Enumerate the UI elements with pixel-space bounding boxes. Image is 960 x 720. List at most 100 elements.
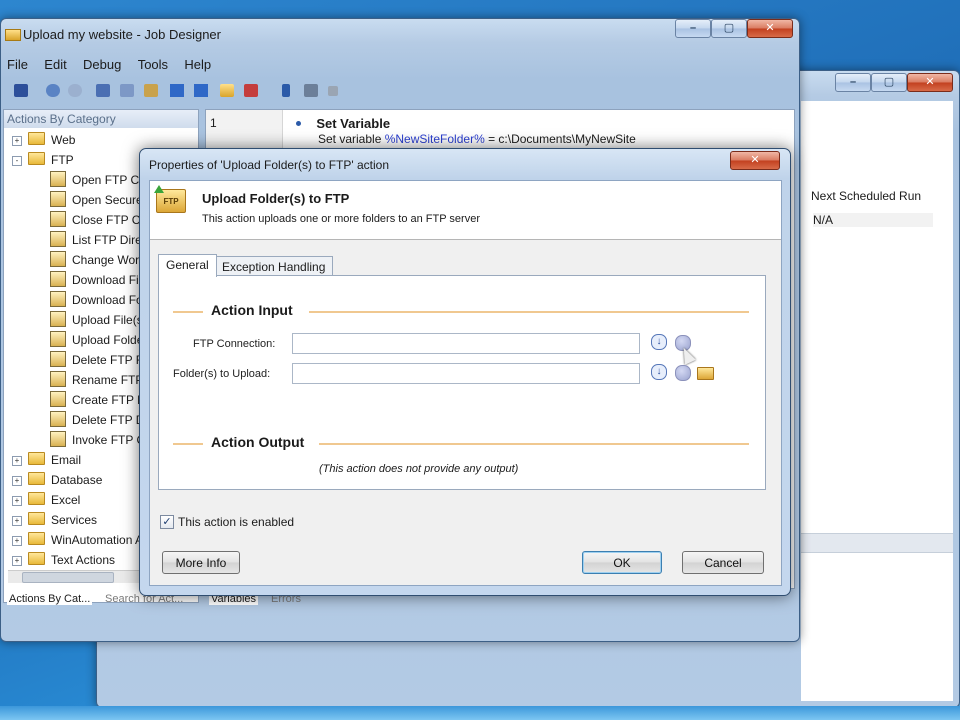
tree-folder[interactable]: + Web (12, 130, 75, 150)
menu-edit[interactable]: Edit (44, 57, 66, 72)
tab-exception-handling[interactable]: Exception Handling (214, 256, 334, 277)
tree-action-item[interactable]: Open FTP Co (50, 170, 146, 190)
tree-action-item[interactable]: Download Fil (50, 270, 141, 290)
step-variable: %NewSiteFolder% (384, 132, 485, 146)
ftp-action-icon (50, 211, 66, 227)
bg-column-header[interactable]: Next Scheduled Run (811, 189, 921, 203)
dialog-close-button[interactable]: ✕ (730, 151, 780, 170)
folders-picker-icon[interactable] (675, 365, 691, 381)
save-icon[interactable] (14, 84, 28, 97)
stop-icon[interactable] (328, 86, 338, 96)
move-down-icon[interactable] (194, 84, 208, 97)
action-step[interactable]: Set Variable (296, 116, 390, 131)
expand-icon[interactable]: + (12, 456, 22, 466)
folders-variable-icon[interactable]: ↓ (651, 364, 667, 380)
tree-scroll-thumb[interactable] (22, 572, 114, 583)
mouse-cursor-icon (678, 345, 696, 365)
maximize-button[interactable]: ▢ (711, 19, 747, 38)
tree-item-label: Download Fo (72, 293, 143, 307)
tree-action-item[interactable]: Invoke FTP C (50, 430, 145, 450)
window-icon[interactable] (244, 84, 258, 97)
run-icon[interactable] (282, 84, 290, 97)
step-bullet-icon (296, 121, 301, 126)
tree-folder[interactable]: + Excel (12, 490, 80, 510)
bg-minimize-button[interactable]: – (835, 73, 871, 92)
step-title: Set Variable (316, 116, 391, 131)
tree-item-label: Close FTP Co (72, 213, 148, 227)
tree-item-label: Create FTP D (72, 393, 146, 407)
tree-action-item[interactable]: Open Secure (50, 190, 143, 210)
folder-icon[interactable] (220, 84, 234, 97)
taskbar-edge (0, 706, 960, 720)
tree-item-label: Services (51, 513, 98, 527)
undo-icon[interactable] (46, 84, 60, 97)
expand-icon[interactable]: + (12, 136, 22, 146)
expand-icon[interactable]: + (12, 536, 22, 546)
tab-general[interactable]: General (158, 254, 217, 277)
tree-folder[interactable]: + Text Actions (12, 550, 115, 570)
tree-action-item[interactable]: Upload Folde (50, 330, 143, 350)
dialog-body: FTP Upload Folder(s) to FTP This action … (149, 180, 782, 586)
enabled-checkbox[interactable]: ✓ (160, 515, 174, 529)
close-button[interactable]: ✕ (747, 19, 793, 38)
bg-close-button[interactable]: ✕ (907, 73, 953, 92)
folder-icon (28, 552, 45, 565)
tree-item-label: FTP (51, 153, 74, 167)
tree-action-item[interactable]: Delete FTP F (50, 350, 143, 370)
tree-action-item[interactable]: List FTP Dire (50, 230, 142, 250)
tree-action-item[interactable]: Change Work (50, 250, 145, 270)
tree-action-item[interactable]: Create FTP D (50, 390, 146, 410)
cancel-button[interactable]: Cancel (682, 551, 764, 574)
folders-to-upload-input[interactable] (292, 363, 640, 384)
expand-icon[interactable]: + (12, 516, 22, 526)
ftp-connection-variable-icon[interactable]: ↓ (651, 334, 667, 350)
tree-item-label: Rename FTP (72, 373, 144, 387)
ftp-action-icon (50, 411, 66, 427)
bg-divider (801, 533, 953, 553)
copy-icon[interactable] (120, 84, 134, 97)
tree-item-label: Excel (51, 493, 81, 507)
expand-icon[interactable]: + (12, 476, 22, 486)
menu-help[interactable]: Help (184, 57, 211, 72)
browse-folder-icon[interactable] (697, 367, 714, 380)
tree-folder[interactable]: + Database (12, 470, 102, 490)
menu-bar: File Edit Debug Tools Help (7, 57, 224, 72)
tree-action-item[interactable]: Delete FTP D (50, 410, 144, 430)
tree-item-label: Invoke FTP C (72, 433, 146, 447)
bg-maximize-button[interactable]: ▢ (871, 73, 907, 92)
menu-debug[interactable]: Debug (83, 57, 121, 72)
ftp-action-icon (50, 191, 66, 207)
tree-folder[interactable]: + Email (12, 450, 81, 470)
input-section-line-right (309, 311, 749, 313)
action-output-title: Action Output (203, 434, 313, 450)
tree-action-item[interactable]: Upload File(s (50, 310, 143, 330)
tree-folder[interactable]: + WinAutomation A (12, 530, 143, 550)
tab-actions-by-category[interactable]: Actions By Cat... (7, 593, 93, 605)
ok-button[interactable]: OK (582, 551, 662, 574)
tree-item-label: Delete FTP D (72, 413, 145, 427)
cut-icon[interactable] (96, 84, 110, 97)
tree-action-item[interactable]: Download Fo (50, 290, 143, 310)
expand-icon[interactable]: + (12, 556, 22, 566)
tree-action-item[interactable]: Close FTP Co (50, 210, 147, 230)
tree-item-label: Open FTP Co (72, 173, 146, 187)
ftp-connection-input[interactable] (292, 333, 640, 354)
menu-file[interactable]: File (7, 57, 28, 72)
minimize-button[interactable]: – (675, 19, 711, 38)
tree-action-item[interactable]: Rename FTP (50, 370, 143, 390)
more-info-button[interactable]: More Info (162, 551, 240, 574)
line-gutter: 1 (206, 110, 283, 150)
expand-icon[interactable]: + (12, 496, 22, 506)
move-up-icon[interactable] (170, 84, 184, 97)
tree-folder[interactable]: + Services (12, 510, 97, 530)
collapse-icon[interactable]: - (12, 156, 22, 166)
tree-folder[interactable]: - FTP (12, 150, 74, 170)
window-title: Upload my website - Job Designer (23, 27, 221, 42)
step-icon[interactable] (304, 84, 318, 97)
app-icon (5, 29, 21, 41)
paste-icon[interactable] (144, 84, 158, 97)
tree-item-label: Open Secure (72, 193, 143, 207)
redo-icon[interactable] (68, 84, 82, 97)
menu-tools[interactable]: Tools (138, 57, 168, 72)
tree-item-label: List FTP Dire (72, 233, 142, 247)
